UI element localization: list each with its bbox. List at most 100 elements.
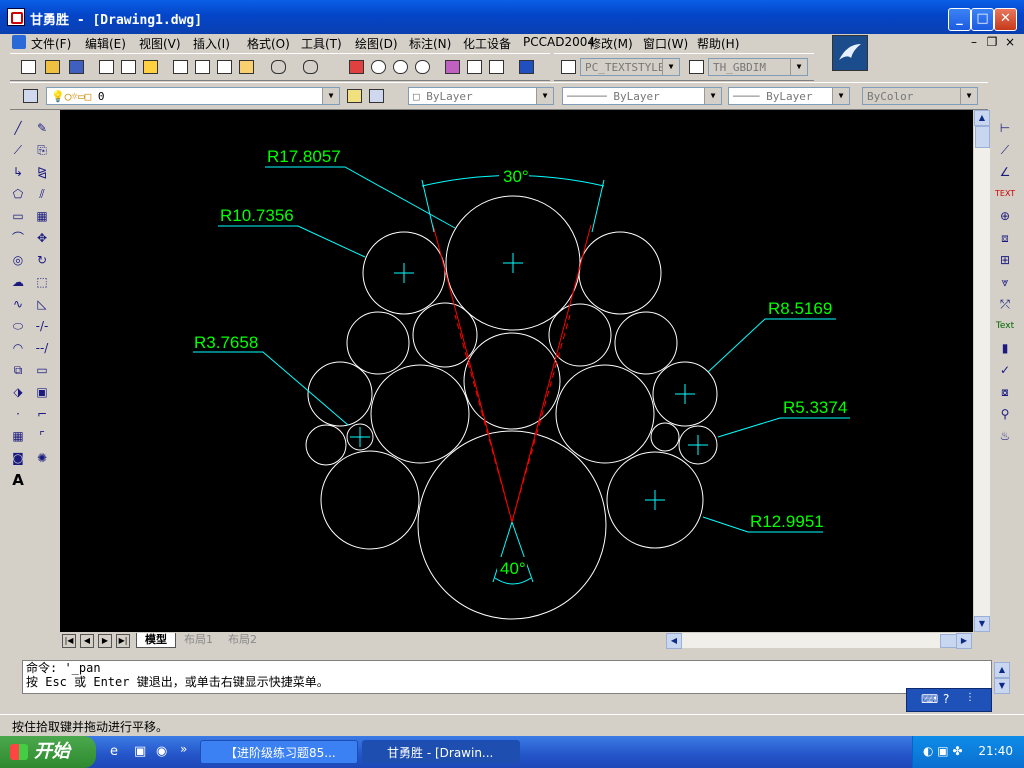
menu-modify[interactable]: 修改(M)	[589, 35, 633, 52]
menu-insert[interactable]: 插入(I)	[193, 35, 230, 52]
publish-icon[interactable]	[140, 57, 160, 77]
save-icon[interactable]	[66, 57, 86, 77]
menu-file[interactable]: 文件(F)	[31, 35, 71, 52]
scroll-thumb[interactable]	[975, 126, 990, 148]
text-style-select[interactable]: PC_TEXTSTYLE ▼	[580, 58, 680, 76]
desktop-icon[interactable]: ▣	[134, 744, 146, 759]
task-autocad[interactable]: 甘勇胜 - [Drawin...	[362, 740, 520, 764]
keyboard-icon[interactable]: ⌨	[921, 692, 938, 706]
dim-aligned-icon[interactable]: ⟋	[995, 140, 1015, 160]
first-tab-icon[interactable]: |◀	[62, 634, 76, 648]
linetype-select[interactable]: ────── ByLayer ▼	[562, 87, 722, 105]
revcloud-icon[interactable]: ☁	[8, 272, 28, 292]
doc-icon[interactable]	[12, 35, 26, 49]
layer-previous-icon[interactable]	[366, 86, 386, 106]
offset-icon[interactable]: ⫽	[32, 184, 52, 204]
close-button[interactable]: ✕	[994, 8, 1017, 31]
rotate-icon[interactable]: ↻	[32, 250, 52, 270]
print-icon[interactable]	[96, 57, 116, 77]
preview-icon[interactable]	[118, 57, 138, 77]
line-icon[interactable]: ╱	[8, 118, 28, 138]
cmd-scroll-up-icon[interactable]: ▲	[994, 662, 1010, 678]
app-icon[interactable]	[7, 8, 25, 26]
trim-icon[interactable]: -/-	[32, 316, 52, 336]
array-icon[interactable]: ▦	[32, 206, 52, 226]
match-properties-icon[interactable]	[236, 57, 256, 77]
spline-icon[interactable]: ∿	[8, 294, 28, 314]
dim-angular-icon[interactable]: ∠	[995, 162, 1015, 182]
undo-icon[interactable]	[268, 57, 288, 77]
start-button[interactable]: 开始	[0, 736, 96, 768]
construction-line-icon[interactable]: ⟋	[8, 140, 28, 160]
cut-icon[interactable]	[170, 57, 190, 77]
point-icon[interactable]: ·	[8, 404, 28, 424]
menu-window[interactable]: 窗口(W)	[643, 35, 688, 52]
dim-style-select[interactable]: TH_GBDIM ▼	[708, 58, 808, 76]
zoom-realtime-icon[interactable]	[368, 57, 388, 77]
search-icon[interactable]: ⚲	[995, 404, 1015, 424]
ellipse-icon[interactable]: ⬭	[8, 316, 28, 336]
menu-view[interactable]: 视图(V)	[139, 35, 181, 52]
help-icon[interactable]	[516, 57, 536, 77]
region-icon[interactable]: ◙	[8, 448, 28, 468]
dim-style-icon[interactable]	[686, 57, 706, 77]
polyline-icon[interactable]: ↳	[8, 162, 28, 182]
next-tab-icon[interactable]: ▶	[98, 634, 112, 648]
doc-restore-button[interactable]: ❐	[984, 34, 1000, 50]
move-icon[interactable]: ✥	[32, 228, 52, 248]
scale-icon[interactable]: ⬚	[32, 272, 52, 292]
text-icon[interactable]: TEXT	[995, 184, 1015, 204]
color-select[interactable]: □ ByLayer ▼	[408, 87, 554, 105]
ime-help-icon[interactable]: ?	[943, 692, 949, 706]
table-icon[interactable]: ⊞	[995, 250, 1015, 270]
ime-options-icon[interactable]: ⋮	[965, 692, 975, 703]
more-quicklaunch-icon[interactable]: »	[180, 742, 187, 756]
extend-icon[interactable]: --/	[32, 338, 52, 358]
erase-icon[interactable]: ✎	[32, 118, 52, 138]
task-browser[interactable]: 【进阶级练习题85...	[200, 740, 358, 764]
prev-tab-icon[interactable]: ◀	[80, 634, 94, 648]
menu-tools[interactable]: 工具(T)	[301, 35, 342, 52]
explode-icon[interactable]: ✺	[32, 448, 52, 468]
menu-format[interactable]: 格式(O)	[247, 35, 290, 52]
scroll-down-icon[interactable]: ▼	[974, 616, 990, 632]
open-icon[interactable]	[42, 57, 62, 77]
tab-model[interactable]: 模型	[136, 633, 176, 648]
menu-pccad[interactable]: PCCAD2004	[523, 35, 595, 49]
hatch-icon[interactable]: ▦	[8, 426, 28, 446]
menu-chemical[interactable]: 化工设备	[463, 35, 511, 52]
mirror-icon[interactable]: ⧎	[32, 162, 52, 182]
layer-select[interactable]: 💡◯☼▭□ 0 ▼	[46, 87, 340, 105]
menu-edit[interactable]: 编辑(E)	[85, 35, 126, 52]
lineweight-select[interactable]: ──── ByLayer ▼	[728, 87, 850, 105]
doc-close-button[interactable]: ×	[1002, 34, 1018, 50]
drawing-canvas[interactable]: R17.8057 R10.7356 R3.7658 R8.5169 R5.3374 R12…	[60, 110, 973, 632]
menu-draw[interactable]: 绘图(D)	[355, 35, 398, 52]
cmd-scroll-down-icon[interactable]: ▼	[994, 678, 1010, 694]
tab-layout1[interactable]: 布局1	[176, 633, 221, 647]
scroll-up-icon[interactable]: ▲	[974, 110, 990, 126]
paste-icon[interactable]	[214, 57, 234, 77]
chamfer-icon[interactable]: ⌐	[32, 404, 52, 424]
media-icon[interactable]: ◉	[156, 744, 167, 759]
ime-bar[interactable]: ⌨ ? ⋮	[906, 688, 992, 712]
leader-icon[interactable]: ⤱	[995, 294, 1015, 314]
weld-icon[interactable]: ⩔	[995, 272, 1015, 292]
scroll-left-icon[interactable]: ◀	[666, 633, 682, 649]
fillet-icon[interactable]: ⌜	[32, 426, 52, 446]
new-icon[interactable]	[18, 57, 38, 77]
tray-icons[interactable]: ◐ ▣ ✤	[923, 744, 963, 758]
pan-icon[interactable]	[346, 57, 366, 77]
doc-minimize-button[interactable]: –	[966, 34, 982, 50]
design-center-icon[interactable]	[464, 57, 484, 77]
menu-dimension[interactable]: 标注(N)	[409, 35, 451, 52]
layer-manager-icon[interactable]	[20, 86, 40, 106]
zoom-window-icon[interactable]	[390, 57, 410, 77]
roughness-icon[interactable]: ✓	[995, 360, 1015, 380]
rectangle-icon[interactable]: ▭	[8, 206, 28, 226]
part-icon[interactable]: ▮	[995, 338, 1015, 358]
stretch-icon[interactable]: ◺	[32, 294, 52, 314]
insert-block-icon[interactable]: ⧉	[8, 360, 28, 380]
text-style-icon[interactable]	[558, 57, 578, 77]
arc-icon[interactable]: ⌒	[8, 228, 28, 248]
